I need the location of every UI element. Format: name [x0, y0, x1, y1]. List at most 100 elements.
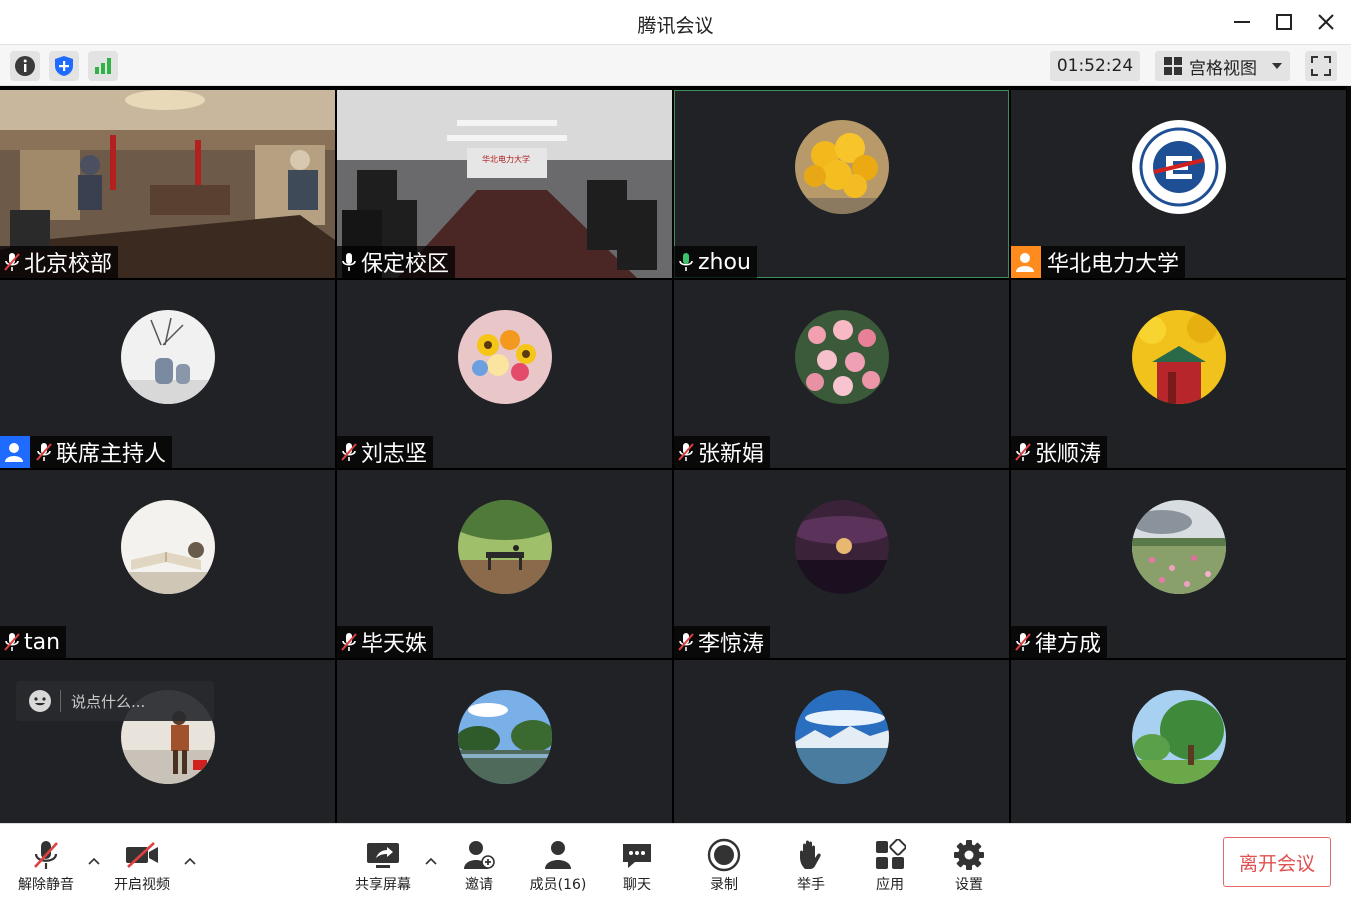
park-bench-image: [457, 500, 552, 594]
participant-tile[interactable]: 张新娟: [674, 280, 1009, 468]
participant-name: 华北电力大学: [1047, 252, 1180, 277]
minimize-button[interactable]: [1228, 8, 1256, 36]
share-options-caret[interactable]: [424, 854, 438, 868]
view-mode-label: 宫格视图: [1189, 58, 1257, 79]
meeting-info-button[interactable]: [10, 51, 40, 81]
invite-button[interactable]: 邀请: [458, 838, 500, 898]
bottom-toolbar: 解除静音 开启视频 共享屏幕 邀请 成员(16) 聊天 录制 举手 应用 设置 …: [0, 823, 1351, 901]
share-screen-label: 共享屏幕: [355, 877, 411, 893]
mic-muted-icon: [678, 633, 694, 651]
participant-tile[interactable]: 华北电力大学 保定校区: [337, 90, 672, 278]
maximize-button[interactable]: [1270, 8, 1298, 36]
record-icon: [707, 838, 741, 872]
close-button[interactable]: [1312, 8, 1340, 36]
lake-trees-image: [457, 690, 552, 784]
settings-button[interactable]: 设置: [948, 838, 990, 898]
participant-tile[interactable]: 律方成: [1011, 470, 1346, 658]
participant-nameplate: 联席主持人: [0, 436, 173, 468]
video-options-caret[interactable]: [183, 854, 197, 868]
apps-button[interactable]: 应用: [869, 838, 911, 898]
participant-nameplate: 北京校部: [0, 246, 119, 278]
mic-on-icon: [342, 253, 356, 271]
participant-nameplate: zhou: [674, 246, 757, 278]
apps-label: 应用: [876, 877, 904, 893]
participant-nameplate: 刘志坚: [337, 436, 434, 468]
raise-hand-button[interactable]: 举手: [790, 838, 832, 898]
maximize-icon: [1276, 14, 1292, 30]
ginkgo-image: [1131, 310, 1226, 404]
snow-mountain-image: [794, 690, 889, 784]
mic-muted-icon: [341, 443, 357, 461]
signal-bars-icon: [95, 58, 111, 74]
participant-avatar: [794, 690, 889, 784]
members-button[interactable]: 成员(16): [526, 838, 590, 898]
record-button[interactable]: 录制: [703, 838, 745, 898]
emoji-icon[interactable]: [28, 689, 52, 713]
participant-avatar: [1131, 310, 1226, 404]
mic-muted-icon: [1015, 443, 1031, 461]
share-screen-icon: [367, 843, 399, 868]
participant-tile[interactable]: [1011, 660, 1346, 823]
participant-avatar: [1131, 690, 1226, 784]
audio-options-caret[interactable]: [87, 854, 101, 868]
grid-scrollbar[interactable]: [1347, 86, 1351, 823]
yellow-flowers-image: [794, 120, 889, 214]
apps-grid-icon: [876, 839, 906, 869]
participant-name: 北京校部: [24, 252, 113, 277]
participant-name: 李惊涛: [698, 632, 765, 657]
green-tree-image: [1131, 690, 1226, 784]
participant-tile[interactable]: 华北电力大学: [1011, 90, 1346, 278]
mic-muted-icon: [4, 633, 20, 651]
participant-tile[interactable]: 张顺涛: [1011, 280, 1346, 468]
participant-tile[interactable]: 联席主持人: [0, 280, 335, 468]
start-video-button[interactable]: 开启视频: [110, 838, 174, 898]
participant-tile[interactable]: 北京校部: [0, 90, 335, 278]
participant-tile[interactable]: 李惊涛: [674, 470, 1009, 658]
meeting-timer: 01:52:24: [1050, 51, 1140, 81]
chat-label: 聊天: [623, 877, 651, 893]
participant-tile[interactable]: 毕天姝: [337, 470, 672, 658]
view-mode-dropdown[interactable]: 宫格视图: [1155, 51, 1290, 81]
participant-nameplate: 律方成: [1011, 626, 1108, 658]
network-status-button[interactable]: [88, 51, 118, 81]
mic-muted-icon: [1015, 633, 1031, 651]
participant-tile[interactable]: [337, 660, 672, 823]
share-screen-button[interactable]: 共享屏幕: [350, 838, 416, 898]
chat-input-divider: [60, 690, 61, 712]
security-button[interactable]: [49, 51, 79, 81]
mic-muted-icon: [678, 443, 694, 461]
participant-tile[interactable]: tan: [0, 470, 335, 658]
chat-quick-input[interactable]: 说点什么...: [16, 681, 214, 721]
shield-icon: [55, 56, 73, 76]
host-person-icon: [1016, 253, 1034, 272]
gear-icon: [954, 840, 984, 870]
leave-meeting-button[interactable]: 离开会议: [1223, 837, 1331, 887]
participant-nameplate: tan: [0, 626, 67, 658]
mic-muted-icon: [34, 841, 58, 869]
settings-label: 设置: [955, 877, 983, 893]
fullscreen-button[interactable]: [1305, 51, 1337, 81]
participant-name: 刘志坚: [361, 442, 428, 467]
raise-hand-label: 举手: [797, 877, 825, 893]
participant-tile[interactable]: 刘志坚: [337, 280, 672, 468]
participant-avatar: [1131, 120, 1226, 214]
participant-avatar: [120, 500, 215, 594]
chat-button[interactable]: 聊天: [616, 838, 658, 898]
participant-avatar: [457, 690, 552, 784]
close-icon: [1318, 14, 1334, 30]
participant-avatar: [457, 500, 552, 594]
moon-night-image: [794, 500, 889, 594]
chevron-up-icon: [425, 857, 437, 865]
info-icon: [15, 56, 35, 76]
participant-avatar: [120, 310, 215, 404]
participant-name: 张顺涛: [1035, 442, 1102, 467]
university-logo-image: [1131, 120, 1226, 214]
participant-avatar: [1131, 500, 1226, 594]
participant-tile[interactable]: [674, 660, 1009, 823]
participant-avatar: [457, 310, 552, 404]
unmute-button[interactable]: 解除静音: [14, 838, 78, 898]
mic-muted-icon: [4, 253, 20, 271]
meeting-info-bar: 01:52:24 宫格视图: [0, 44, 1351, 86]
participant-nameplate: 张顺涛: [1011, 436, 1108, 468]
participant-tile-active-speaker[interactable]: zhou: [674, 90, 1009, 278]
